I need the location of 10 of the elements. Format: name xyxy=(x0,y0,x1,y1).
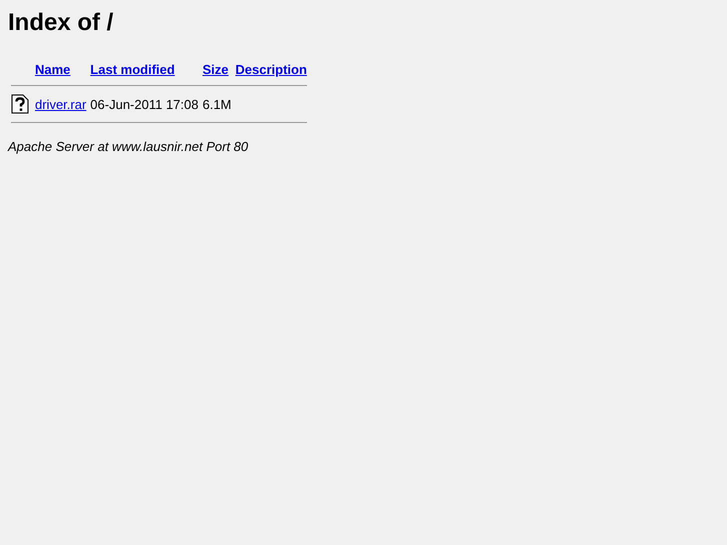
column-header-link[interactable]: Name xyxy=(35,62,70,77)
column-header-link[interactable]: Size xyxy=(202,62,228,77)
modified-cell-text: 06-Jun-2011 17:08 xyxy=(89,96,200,114)
server-signature: Apache Server at www.lausnir.net Port 80 xyxy=(8,139,250,154)
unknown-file-icon xyxy=(11,94,29,114)
column-header-link[interactable]: Last modified xyxy=(90,62,175,77)
column-header-link[interactable]: Description xyxy=(235,62,307,77)
file-link[interactable]: driver.rar xyxy=(35,96,86,112)
size-cell-text: 6.1M xyxy=(201,96,232,114)
page-title: Index of / xyxy=(8,8,114,38)
